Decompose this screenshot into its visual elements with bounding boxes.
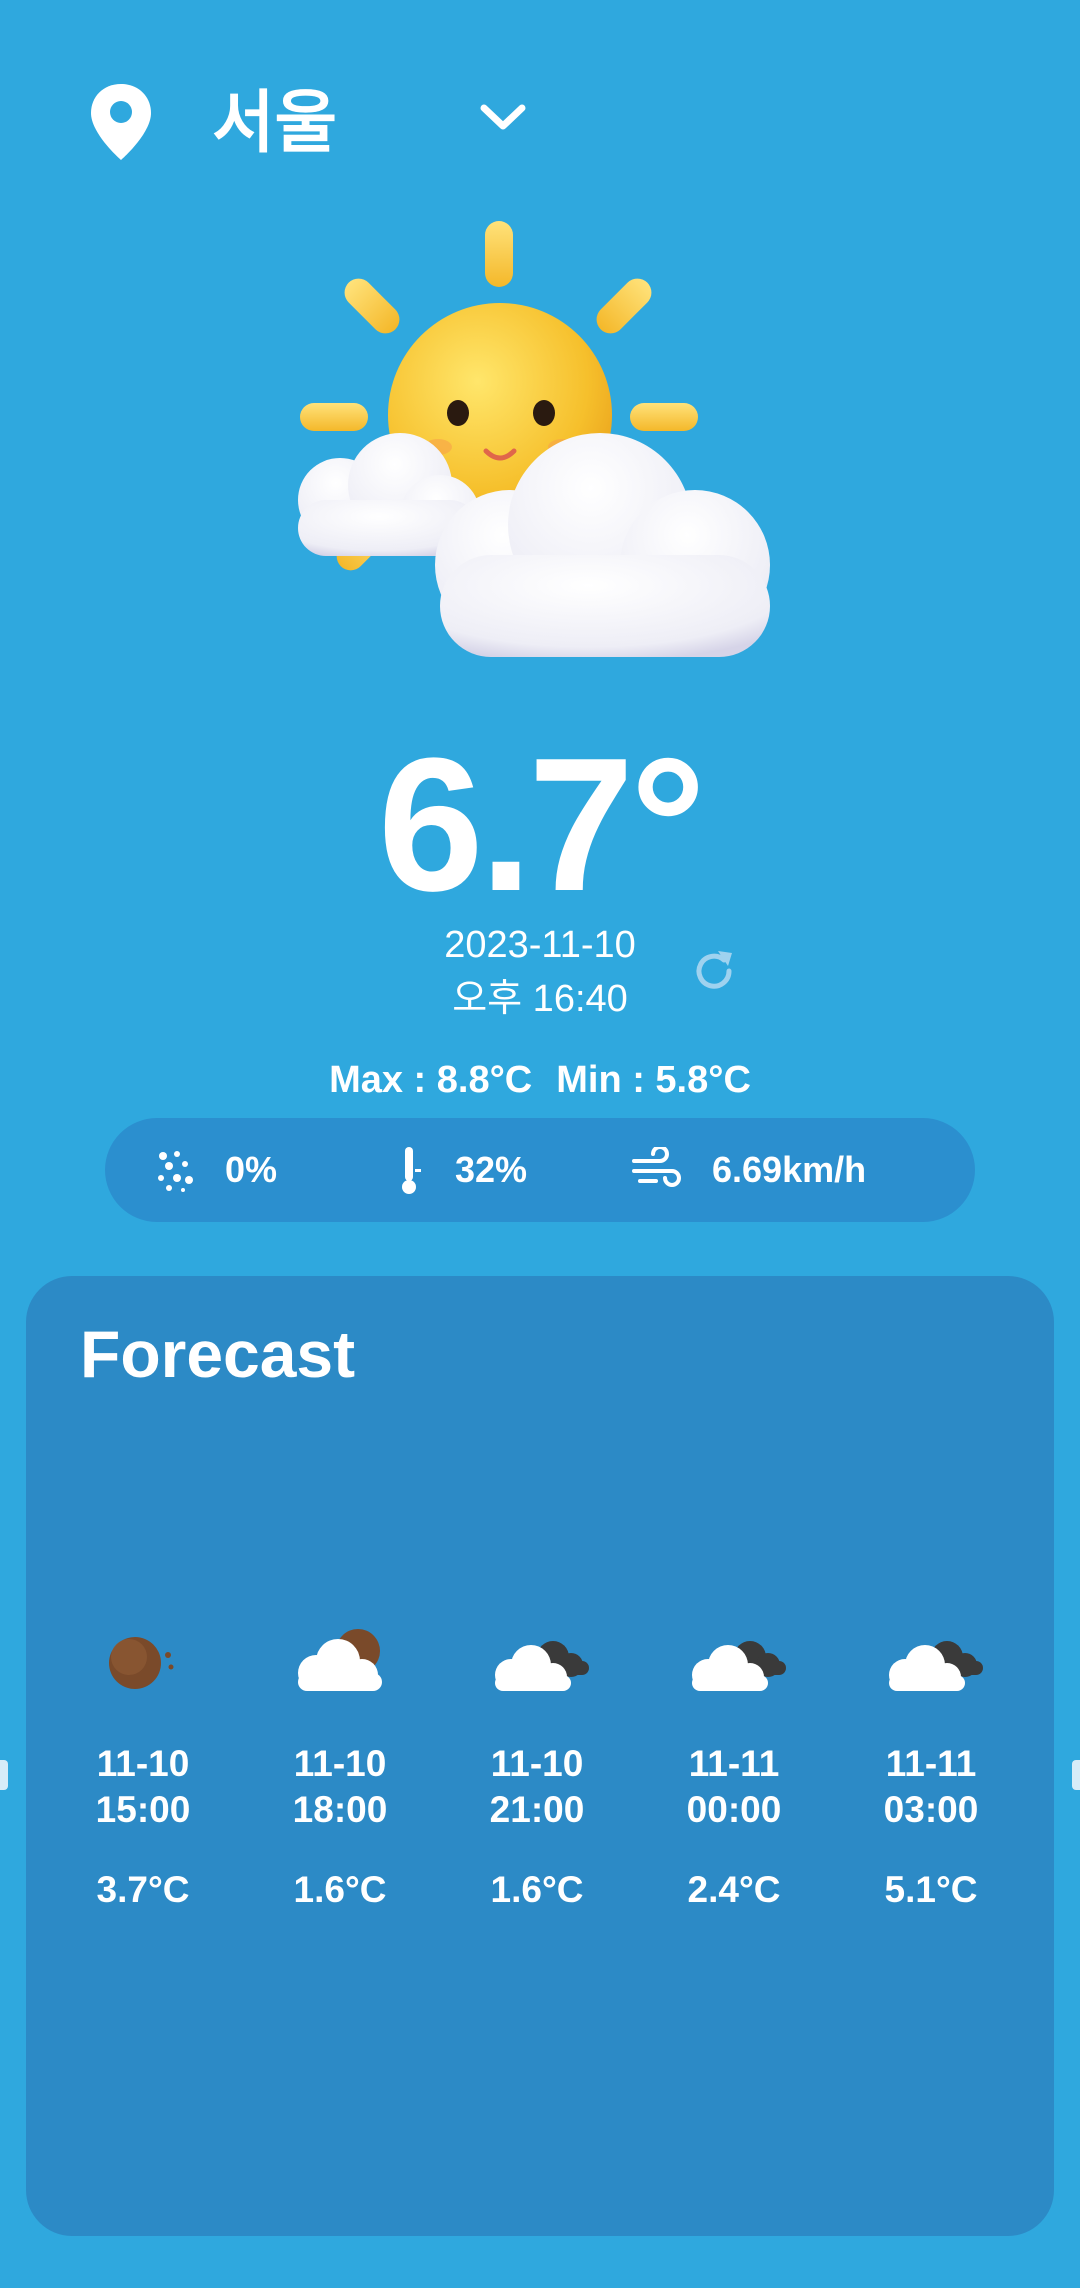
current-temperature: 6.7° xyxy=(377,719,706,931)
cloud-moon-icon xyxy=(298,1629,382,1691)
forecast-item[interactable]: 11-10 21:00 1.6°C xyxy=(452,1621,622,1913)
moon-icon xyxy=(109,1637,174,1689)
forecast-temperature: 2.4°C xyxy=(687,1869,781,1910)
wind-stat: 6.69km/h xyxy=(630,1118,866,1222)
date-time: 2023-11-10 오후 16:40 xyxy=(400,918,680,1026)
thermometer-icon xyxy=(402,1147,421,1194)
current-time: 오후 16:40 xyxy=(452,978,628,1020)
forecast-temperature: 5.1°C xyxy=(884,1869,978,1910)
current-date: 2023-11-10 xyxy=(444,924,636,966)
forecast-item[interactable]: 11-10 18:00 1.6°C xyxy=(255,1621,425,1913)
forecast-datetime: 11-11 00:00 xyxy=(686,1743,782,1830)
scroll-hint-right xyxy=(1072,1760,1080,1790)
forecast-card: Forecast 11-10 15:00 3.7°C 11-10 18:00 1… xyxy=(26,1276,1054,2236)
forecast-title: Forecast xyxy=(80,1317,356,1391)
precipitation-value: 0% xyxy=(225,1149,278,1190)
wind-value: 6.69km/h xyxy=(712,1149,867,1190)
humidity-value: 32% xyxy=(455,1149,528,1190)
clouds-icon xyxy=(495,1641,589,1691)
refresh-icon[interactable] xyxy=(688,945,740,997)
clouds-icon xyxy=(692,1641,786,1691)
forecast-item[interactable]: 11-11 00:00 2.4°C xyxy=(649,1621,819,1913)
forecast-temperature: 1.6°C xyxy=(490,1869,584,1910)
forecast-datetime: 11-10 15:00 xyxy=(95,1743,191,1830)
top-bar: 서울 xyxy=(0,0,1080,250)
forecast-datetime: 11-10 18:00 xyxy=(292,1743,388,1830)
precipitation-stat: 0% xyxy=(155,1118,277,1222)
forecast-temperature: 1.6°C xyxy=(293,1869,387,1910)
sun-cloud-weather-icon xyxy=(298,221,770,657)
clouds-icon xyxy=(889,1641,983,1691)
location-pin-icon[interactable] xyxy=(88,82,154,162)
scroll-hint-left xyxy=(0,1760,8,1790)
min-max-temperature: Max : 8.8°C Min : 5.8°C xyxy=(0,1055,1080,1105)
precipitation-icon xyxy=(158,1151,193,1192)
max-temperature: Max : 8.8°C xyxy=(329,1059,533,1101)
forecast-item[interactable]: 11-10 15:00 3.7°C xyxy=(58,1621,228,1913)
min-temperature: Min : 5.8°C xyxy=(556,1059,751,1101)
chevron-down-icon[interactable] xyxy=(478,98,528,138)
humidity-stat: 32% xyxy=(395,1118,527,1222)
forecast-datetime: 11-11 03:00 xyxy=(883,1743,979,1830)
weather-stats-bar: 0% 32% 6.69km/h xyxy=(105,1118,975,1222)
forecast-temperature: 3.7°C xyxy=(96,1869,190,1910)
city-name[interactable]: 서울 xyxy=(212,78,337,168)
forecast-datetime: 11-10 21:00 xyxy=(489,1743,585,1830)
wind-icon xyxy=(632,1147,681,1187)
forecast-item[interactable]: 11-11 03:00 5.1°C xyxy=(846,1621,1016,1913)
